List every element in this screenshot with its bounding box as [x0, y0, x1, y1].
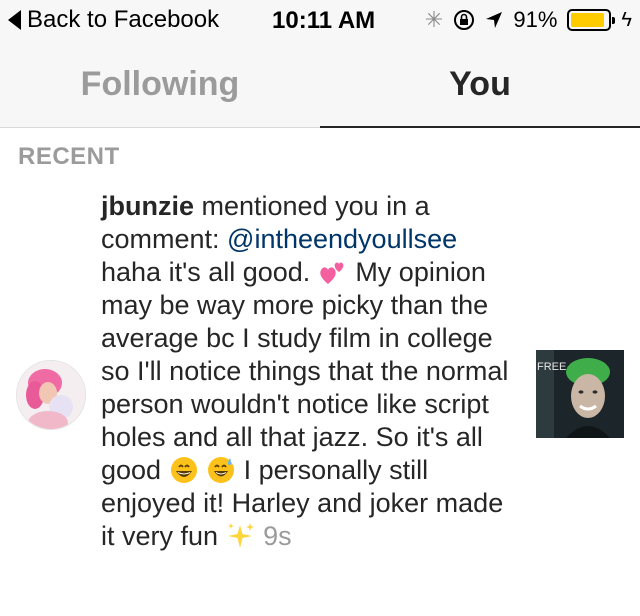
battery-percentage: 91% [513, 7, 558, 32]
section-title-recent: RECENT [18, 143, 120, 170]
back-to-facebook-link[interactable]: Back to Facebook [8, 6, 220, 33]
avatar[interactable] [16, 360, 86, 430]
two-hearts-emoji [320, 262, 344, 284]
battery-level [571, 13, 605, 27]
notification-text[interactable]: jbunzie mentioned you in a comment: @int… [101, 190, 511, 553]
avatar-image [17, 361, 85, 429]
activity-spinner-icon: ✳ [424, 7, 444, 32]
status-bar: Back to Facebook 10:11 AM ✳ 91% ϟ [0, 0, 640, 40]
post-thumbnail[interactable]: FREE [536, 350, 624, 438]
notification-text-part3: My opinion may be way more picky than th… [101, 257, 509, 485]
grinning-emoji [170, 457, 197, 483]
active-tab-indicator [320, 126, 640, 128]
activity-tabs: Following You [0, 40, 640, 128]
thumbnail-image: FREE [536, 350, 624, 438]
status-indicators: ✳ 91% ϟ [425, 7, 632, 33]
charging-bolt-icon: ϟ [621, 9, 632, 31]
notification-timestamp: 9s [263, 521, 292, 551]
mention-link[interactable]: @intheendyoullsee [227, 224, 457, 254]
notification-username[interactable]: jbunzie [101, 191, 194, 221]
thumbnail-text: FREE [537, 361, 566, 373]
back-arrow-icon [8, 10, 21, 30]
location-arrow-icon [486, 12, 503, 28]
tab-following[interactable]: Following [0, 40, 320, 128]
status-time: 10:11 AM [272, 7, 376, 34]
notification-text-part2: haha it's all good. [101, 257, 318, 287]
back-label: Back to Facebook [27, 6, 220, 33]
rotation-lock-icon [454, 10, 475, 30]
sparkles-emoji [227, 523, 254, 548]
tab-you[interactable]: You [320, 40, 640, 128]
battery-icon [567, 9, 616, 31]
sweat-smile-emoji [208, 457, 235, 483]
battery-tip [612, 17, 616, 24]
